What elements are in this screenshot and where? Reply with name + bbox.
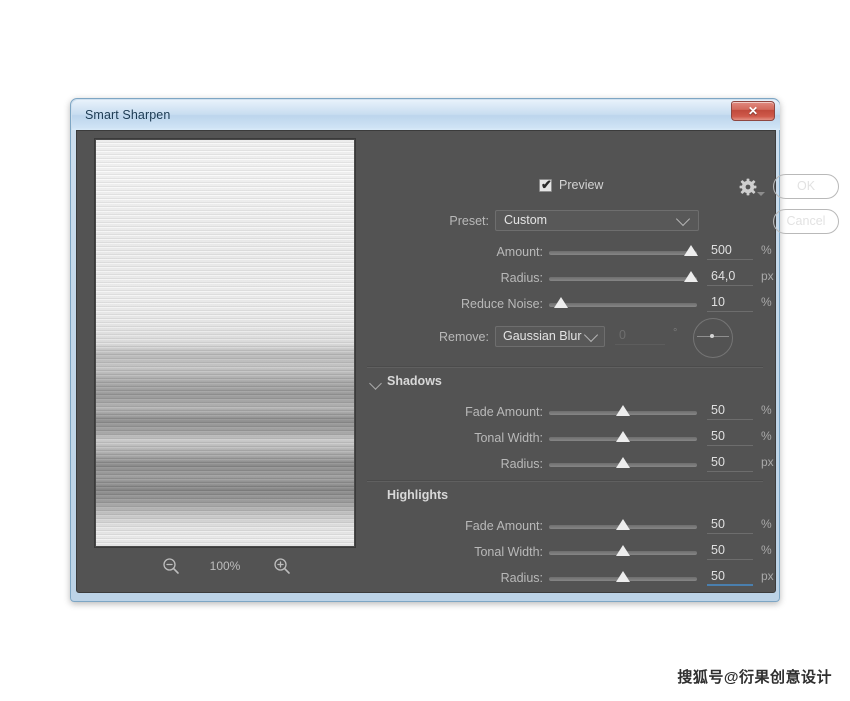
shadows-fade-amount-slider[interactable] — [549, 405, 697, 416]
shadows-tonal-width-row: Tonal Width: 50 % — [367, 427, 772, 450]
gear-icon[interactable] — [737, 177, 759, 197]
preview-row: ✔ Preview — [367, 177, 677, 196]
title-bar[interactable]: Smart Sharpen ✕ — [72, 100, 780, 130]
controls-column: ✔ Preview OK Cancel Preset: Custom Amoun… — [367, 138, 839, 590]
shadows-radius-field[interactable]: 50 — [707, 453, 753, 472]
reduce-noise-value-field[interactable]: 10 — [707, 293, 753, 312]
angle-dial-icon[interactable] — [693, 318, 733, 358]
shadows-title: Shadows — [387, 374, 442, 388]
shadows-tonal-width-label: Tonal Width: — [474, 431, 543, 445]
reduce-noise-slider[interactable] — [549, 297, 697, 308]
remove-row: Remove: Gaussian Blur 0 ° — [367, 318, 767, 358]
close-button[interactable]: ✕ — [731, 101, 775, 121]
highlights-radius-row: Radius: 50 px — [367, 567, 774, 590]
shadows-fade-amount-row: Fade Amount: 50 % — [367, 401, 772, 424]
smart-sharpen-window: Smart Sharpen ✕ 100% ✔ Preview OK Cancel… — [70, 98, 839, 602]
shadows-tonal-width-unit: % — [761, 429, 772, 443]
highlights-fade-amount-label: Fade Amount: — [465, 519, 543, 533]
highlights-fade-amount-row: Fade Amount: 50 % — [367, 515, 772, 538]
remove-selected-value: Gaussian Blur — [503, 329, 582, 343]
dialog-body: 100% ✔ Preview OK Cancel Preset: Custom … — [76, 130, 839, 593]
preview-panel[interactable] — [94, 138, 356, 548]
amount-value-field[interactable]: 500 — [707, 241, 753, 260]
radius-slider-thumb[interactable] — [684, 271, 699, 282]
highlights-tonal-width-label: Tonal Width: — [474, 545, 543, 559]
radius-label: Radius: — [500, 271, 543, 285]
reduce-noise-unit: % — [761, 295, 772, 309]
amount-slider[interactable] — [549, 245, 699, 256]
close-icon: ✕ — [747, 104, 759, 118]
amount-row: Amount: 500 % — [367, 241, 772, 264]
preset-label: Preset: — [449, 214, 489, 228]
radius-unit: px — [761, 269, 774, 283]
preset-select[interactable]: Custom — [495, 210, 699, 231]
highlights-tonal-width-field[interactable]: 50 — [707, 541, 753, 560]
shadows-fade-amount-field[interactable]: 50 — [707, 401, 753, 420]
amount-label: Amount: — [496, 245, 543, 259]
reduce-noise-label: Reduce Noise: — [461, 297, 543, 311]
shadows-tonal-width-field[interactable]: 50 — [707, 427, 753, 446]
zoom-level-label: 100% — [209, 559, 241, 573]
shadows-tonal-width-thumb[interactable] — [616, 431, 630, 442]
preview-image[interactable] — [96, 140, 354, 546]
gear-dropdown-caret-icon[interactable] — [757, 192, 765, 196]
amount-unit: % — [761, 243, 772, 257]
highlights-fade-amount-unit: % — [761, 517, 772, 531]
shadows-fade-amount-label: Fade Amount: — [465, 405, 543, 419]
remove-select[interactable]: Gaussian Blur — [495, 326, 605, 347]
angle-dial-center-dot — [710, 334, 714, 338]
chevron-down-icon[interactable] — [369, 377, 382, 390]
ok-button[interactable]: OK — [773, 174, 839, 199]
shadows-tonal-width-slider[interactable] — [549, 431, 697, 442]
highlights-radius-field[interactable]: 50 — [707, 567, 753, 586]
preview-checkbox-label[interactable]: Preview — [559, 178, 603, 192]
highlights-fade-amount-thumb[interactable] — [616, 519, 630, 530]
reduce-noise-slider-thumb[interactable] — [553, 297, 568, 308]
remove-label: Remove: — [438, 330, 489, 344]
shadows-section-header[interactable]: Shadows — [367, 374, 767, 394]
shadows-radius-label: Radius: — [500, 457, 543, 471]
reduce-noise-row: Reduce Noise: 10 % — [367, 293, 772, 316]
shadows-fade-amount-unit: % — [761, 403, 772, 417]
angle-unit: ° — [673, 327, 678, 339]
highlights-tonal-width-row: Tonal Width: 50 % — [367, 541, 772, 564]
window-title: Smart Sharpen — [85, 108, 171, 122]
radius-row: Radius: 64,0 px — [367, 267, 774, 290]
shadows-fade-amount-thumb[interactable] — [616, 405, 630, 416]
highlights-fade-amount-field[interactable]: 50 — [707, 515, 753, 534]
zoom-bar: 100% — [94, 553, 356, 581]
highlights-radius-label: Radius: — [500, 571, 543, 585]
zoom-in-icon[interactable] — [272, 556, 292, 576]
preview-checkbox[interactable]: ✔ — [539, 177, 552, 192]
zoom-out-icon[interactable] — [161, 556, 181, 576]
watermark: 搜狐号@衍果创意设计 — [677, 669, 832, 686]
radius-value-field[interactable]: 64,0 — [707, 267, 753, 286]
highlights-radius-slider[interactable] — [549, 571, 697, 582]
shadows-radius-thumb[interactable] — [616, 457, 630, 468]
shadows-separator — [367, 366, 763, 368]
chevron-down-icon — [675, 211, 691, 227]
preset-selected-value: Custom — [504, 213, 548, 227]
cancel-button[interactable]: Cancel — [773, 209, 839, 234]
highlights-tonal-width-unit: % — [761, 543, 772, 557]
chevron-down-icon — [583, 327, 599, 343]
highlights-fade-amount-slider[interactable] — [549, 519, 697, 530]
highlights-radius-unit: px — [761, 569, 774, 583]
highlights-title: Highlights — [387, 488, 449, 502]
highlights-tonal-width-thumb[interactable] — [616, 545, 630, 556]
highlights-section-header[interactable]: Highlights — [367, 488, 767, 508]
amount-slider-thumb[interactable] — [684, 245, 699, 256]
shadows-radius-row: Radius: 50 px — [367, 453, 774, 476]
checkmark-icon: ✔ — [541, 177, 552, 192]
highlights-radius-thumb[interactable] — [616, 571, 630, 582]
angle-value-field[interactable]: 0 — [615, 326, 665, 345]
shadows-radius-slider[interactable] — [549, 457, 697, 468]
radius-slider[interactable] — [549, 271, 699, 282]
highlights-tonal-width-slider[interactable] — [549, 545, 697, 556]
highlights-separator — [367, 480, 763, 482]
shadows-radius-unit: px — [761, 455, 774, 469]
preset-row: Preset: Custom — [367, 210, 767, 232]
